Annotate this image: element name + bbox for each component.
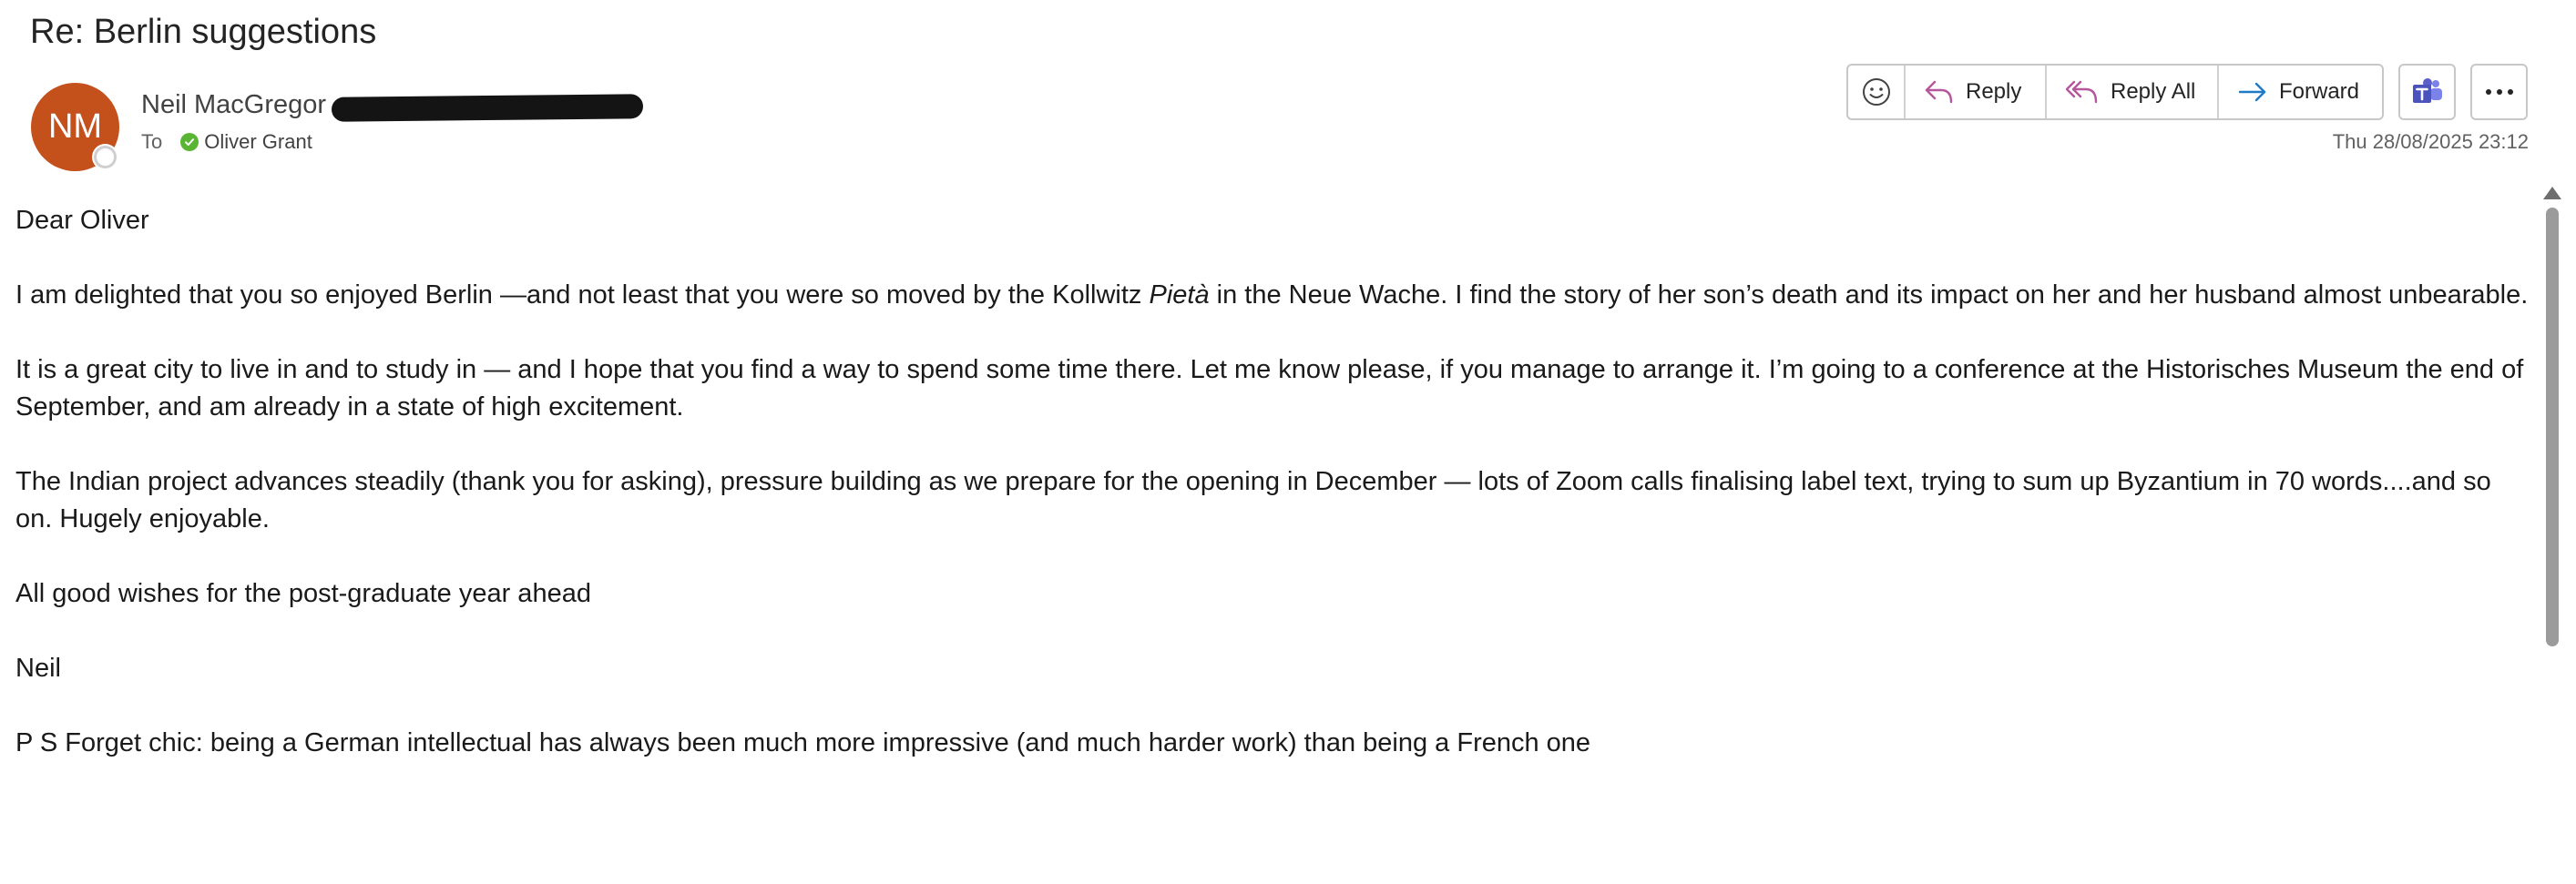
message-body: Dear Oliver I am delighted that you so e… [15, 202, 2530, 799]
teams-icon [2412, 78, 2442, 103]
reply-all-label: Reply All [2111, 79, 2196, 104]
body-paragraph: It is a great city to live in and to stu… [15, 355, 2524, 422]
reply-arrow-icon [1925, 80, 1953, 104]
greeting: Dear Oliver [15, 206, 149, 235]
vertical-scrollbar[interactable] [2541, 182, 2563, 884]
reply-all-button[interactable]: Reply All [2047, 66, 2219, 118]
recipient-name[interactable]: Oliver Grant [204, 130, 312, 154]
body-paragraph: All good wishes for the post-graduate ye… [15, 579, 591, 608]
avatar-initials: NM [47, 107, 103, 146]
reaction-button[interactable] [1848, 66, 1906, 118]
artwork-title: Pietà [1149, 280, 1210, 310]
body-paragraph: I am delighted that you so enjoyed Berli… [15, 277, 2530, 314]
redacted-email-address [331, 94, 644, 122]
email-subject: Re: Berlin suggestions [30, 13, 377, 51]
sender-name[interactable]: Neil MacGregor [141, 90, 326, 120]
reply-all-arrow-icon [2065, 80, 2098, 104]
reply-button[interactable]: Reply [1906, 66, 2047, 118]
recipient-row: To Oliver Grant [141, 130, 312, 154]
more-actions-button[interactable] [2470, 64, 2528, 120]
smiley-icon [1862, 78, 1890, 106]
postscript: P S Forget chic: being a German intellec… [15, 728, 1591, 757]
body-paragraph: The Indian project advances steadily (th… [15, 467, 2491, 533]
forward-label: Forward [2279, 79, 2360, 104]
scrollbar-thumb[interactable] [2546, 208, 2559, 646]
forward-button[interactable]: Forward [2219, 66, 2382, 118]
ellipsis-icon [2485, 89, 2513, 95]
scroll-up-icon[interactable] [2543, 187, 2561, 199]
paragraph-text: in the Neue Wache. I find the story of h… [1209, 280, 2529, 310]
available-check-icon [180, 133, 199, 151]
to-label: To [141, 130, 163, 153]
sent-timestamp: Thu 28/08/2025 23:12 [2332, 130, 2529, 153]
presence-status-icon [94, 146, 117, 168]
paragraph-text: I am delighted that you so enjoyed Berli… [15, 280, 1150, 310]
forward-arrow-icon [2238, 82, 2266, 102]
message-actions-toolbar: Reply Reply All Forward [1846, 64, 2384, 120]
reply-label: Reply [1966, 79, 2022, 104]
teams-button[interactable] [2398, 64, 2456, 120]
signoff: Neil [15, 654, 61, 683]
